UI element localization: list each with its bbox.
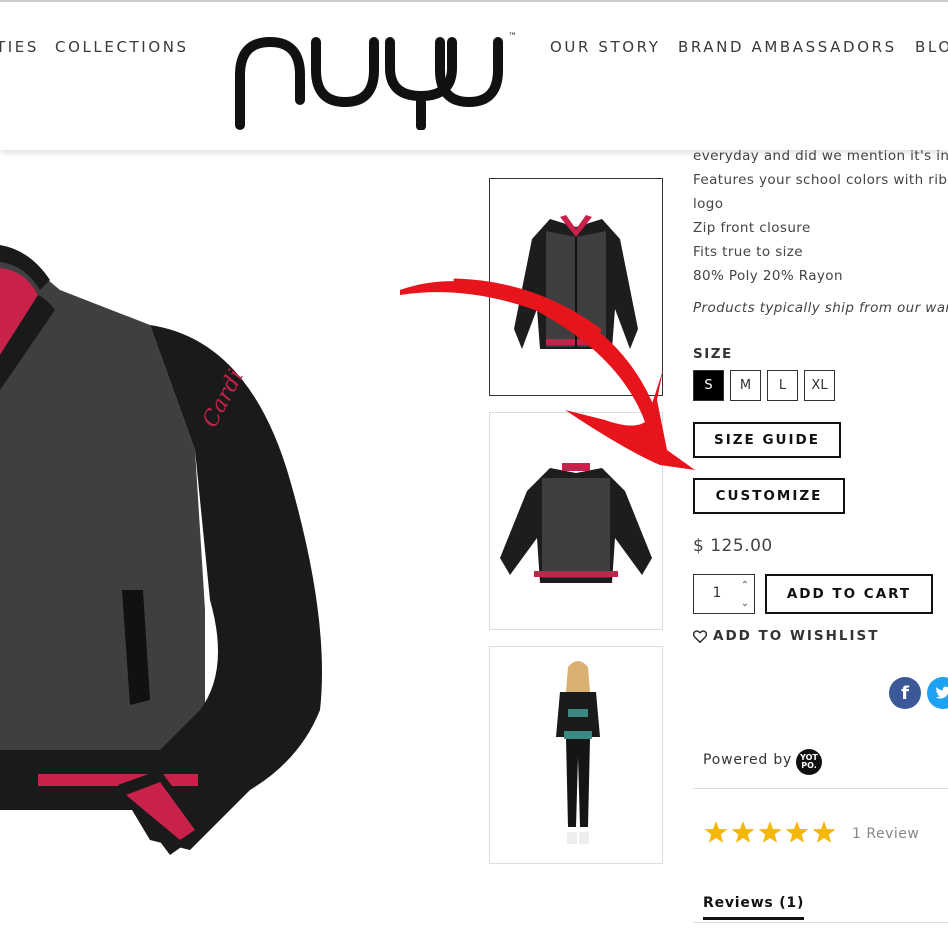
review-count[interactable]: 1 Review [852, 826, 919, 842]
trademark-symbol: ™ [508, 32, 517, 42]
rating-stars [703, 820, 838, 846]
yotpo-logo[interactable]: YOT PO. [796, 749, 822, 775]
star-icon [731, 821, 755, 843]
powered-by-label: Powered by [703, 752, 793, 768]
twitter-share-icon[interactable] [927, 677, 948, 709]
nav-item-ties[interactable]: TIES [0, 38, 39, 56]
nav-item-blog[interactable]: BLO [915, 38, 948, 56]
quantity-up-icon[interactable]: ⌃ [738, 578, 752, 592]
quantity-stepper[interactable]: 1 ⌃ ⌄ [693, 574, 755, 614]
description-line: logo [693, 196, 724, 212]
tab-reviews[interactable]: Reviews (1) [703, 895, 805, 920]
brand-logo[interactable] [228, 30, 508, 134]
wishlist-label: ADD TO WISHLIST [713, 628, 880, 644]
description-line: Fits true to size [693, 244, 803, 260]
quantity-value[interactable]: 1 [694, 585, 740, 601]
size-label: SIZE [693, 346, 733, 362]
add-to-wishlist-link[interactable]: ADD TO WISHLIST [693, 628, 879, 644]
size-guide-button[interactable]: SIZE GUIDE [693, 422, 841, 458]
size-option-xl[interactable]: XL [804, 370, 835, 401]
divider [693, 922, 948, 923]
facebook-share-icon[interactable]: f [889, 677, 921, 709]
divider [693, 788, 948, 789]
product-price: $ 125.00 [693, 536, 773, 556]
size-option-s[interactable]: S [693, 370, 724, 401]
description-line: Features your school colors with ribl [693, 172, 948, 188]
star-icon [812, 821, 836, 843]
description-line: everyday and did we mention it's inc [693, 148, 948, 164]
description-line: 80% Poly 20% Rayon [693, 268, 843, 284]
thumbnail-back[interactable] [489, 412, 663, 630]
main-product-image[interactable] [0, 150, 470, 948]
nav-item-our-story[interactable]: OUR STORY [550, 38, 661, 56]
shipping-note: Products typically ship from our wareh [693, 300, 948, 316]
thumbnail-front[interactable] [489, 178, 663, 396]
size-option-m[interactable]: M [730, 370, 761, 401]
size-option-l[interactable]: L [767, 370, 798, 401]
yotpo-logo-text-bottom: PO. [801, 761, 817, 770]
star-icon [785, 821, 809, 843]
customize-button[interactable]: CUSTOMIZE [693, 478, 845, 514]
heart-icon [693, 629, 707, 643]
thumbnail-model[interactable] [489, 646, 663, 864]
site-header: TIES COLLECTIONS ™ OUR STORY BRAND AMBAS… [0, 2, 948, 150]
add-to-cart-button[interactable]: ADD TO CART [765, 574, 933, 614]
nav-item-collections[interactable]: COLLECTIONS [55, 38, 189, 56]
star-icon [758, 821, 782, 843]
description-line: Zip front closure [693, 220, 811, 236]
nav-item-brand-ambassadors[interactable]: BRAND AMBASSADORS [678, 38, 897, 56]
nuyu-logo-icon [235, 36, 503, 131]
quantity-down-icon[interactable]: ⌄ [738, 596, 752, 610]
star-icon [704, 821, 728, 843]
